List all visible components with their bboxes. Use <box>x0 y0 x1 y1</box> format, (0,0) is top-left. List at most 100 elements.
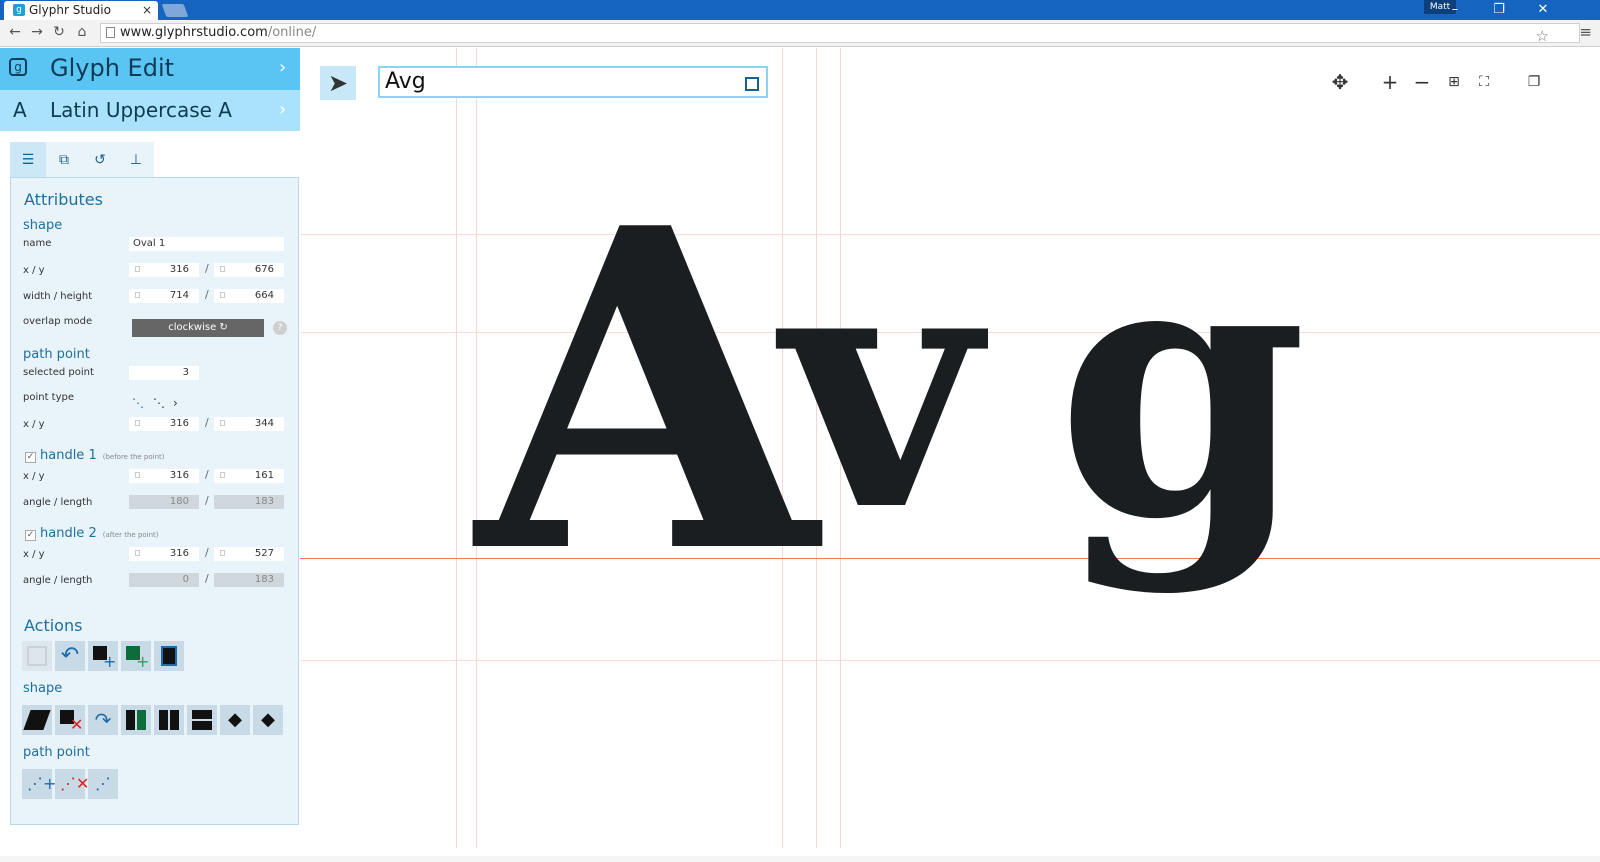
add-point-button[interactable]: ⋰+ <box>22 769 57 799</box>
attributes-heading: Attributes <box>24 190 103 209</box>
layers-tab[interactable]: ⧉ <box>46 142 82 178</box>
history-tab[interactable]: ↺ <box>82 142 118 178</box>
pointer-icon: ➤ <box>327 69 349 97</box>
guides-tab[interactable]: ⊥ <box>118 142 154 178</box>
lock-icon[interactable] <box>135 292 140 298</box>
zoom-in-icon[interactable]: + <box>1376 68 1404 96</box>
rotate-shape-button[interactable] <box>187 705 217 735</box>
tab-close-icon[interactable]: × <box>142 1 152 20</box>
lock-icon[interactable] <box>220 292 225 298</box>
shape-heading: shape <box>23 218 63 233</box>
handle1-x-field[interactable]: 316 <box>129 469 199 483</box>
point-type-flat-icon[interactable]: ⋱ <box>153 396 165 410</box>
add-component-button[interactable]: + <box>121 641 151 671</box>
restore-button[interactable]: ❐ <box>1484 0 1514 20</box>
flip-vertical-icon <box>159 710 179 730</box>
page-title: Glyph Edit <box>50 54 175 82</box>
lock-icon[interactable] <box>135 472 140 478</box>
move-up-button[interactable]: ◆ <box>220 705 250 735</box>
lock-icon[interactable] <box>220 472 225 478</box>
y-field[interactable]: 676 <box>214 263 284 277</box>
popout-icon[interactable]: ❐ <box>1520 68 1548 96</box>
flip-vertical-button[interactable] <box>154 705 184 735</box>
url-host: www.glyphrstudio.com <box>120 25 268 40</box>
handle1-heading: handle 1 (before the point) <box>40 448 165 463</box>
reverse-winding-icon: ↷ <box>94 708 112 732</box>
glyph-v[interactable]: v <box>782 167 980 607</box>
xy-label: x / y <box>23 265 45 276</box>
help-icon[interactable]: ? <box>273 321 287 335</box>
lock-icon[interactable] <box>220 550 225 556</box>
handle1-length-field: 183 <box>214 495 284 509</box>
browser-menu-icon[interactable]: ≡ <box>1579 23 1592 41</box>
save-icon[interactable] <box>745 77 759 91</box>
address-bar[interactable]: www.glyphrstudio.com/online/ ☆ <box>100 23 1580 45</box>
new-tab-button[interactable] <box>161 4 189 17</box>
point-type-symmetric-icon[interactable]: › <box>173 396 178 410</box>
overlap-mode-button[interactable]: clockwise ↻ <box>132 319 264 337</box>
copy-shape-button[interactable] <box>22 705 52 735</box>
lock-icon[interactable] <box>220 266 225 272</box>
browser-tab[interactable]: g Glyphr Studio × <box>4 1 158 20</box>
guide-line <box>300 660 1600 661</box>
lock-icon[interactable] <box>135 550 140 556</box>
glyph-g[interactable]: g <box>1056 167 1308 607</box>
reverse-winding-button[interactable]: ↷ <box>88 705 118 735</box>
tab-title: Glyphr Studio <box>29 3 111 17</box>
lock-icon[interactable] <box>135 420 140 426</box>
handle2-length-field: 183 <box>214 573 284 587</box>
glyph-A[interactable]: A <box>476 172 817 612</box>
glyph-chooser[interactable]: A Latin Uppercase A › <box>0 90 300 131</box>
back-icon[interactable]: ← <box>6 23 24 41</box>
bookmark-star-icon[interactable]: ☆ <box>1536 27 1549 45</box>
reset-point-button[interactable]: ⋰ <box>88 769 118 799</box>
home-icon[interactable]: ⌂ <box>73 23 91 41</box>
browser-toolbar: ← → ↻ ⌂ www.glyphrstudio.com/online/ ☆ ≡ <box>0 20 1600 47</box>
delete-point-button[interactable]: ⋰✕ <box>55 769 90 799</box>
actions-heading: Actions <box>24 616 83 635</box>
point-y-field[interactable]: 344 <box>214 417 284 431</box>
forward-icon[interactable]: → <box>28 23 46 41</box>
glyph-name-input[interactable]: Avg <box>378 66 768 98</box>
add-shape-button[interactable]: + <box>88 641 118 671</box>
page-icon <box>106 27 115 38</box>
zoom-fit-icon[interactable]: ⛶ <box>1470 68 1498 96</box>
handle1-checkbox[interactable]: ✓ <box>25 452 36 463</box>
zoom-1to1-icon[interactable]: ⊞ <box>1440 68 1468 96</box>
move-down-button[interactable]: ◆ <box>253 705 283 735</box>
delete-shape-button[interactable]: ✕ <box>55 705 85 735</box>
height-field[interactable]: 664 <box>214 289 284 303</box>
edit-canvas[interactable]: A v g ➤ Avg ✥ + − ⊞ ⛶ ❐ <box>300 48 1600 848</box>
undo-button[interactable]: ↶ <box>55 641 85 671</box>
glyph-component-button[interactable] <box>154 641 184 671</box>
glyph-name: Latin Uppercase A <box>50 98 232 122</box>
lock-icon[interactable] <box>220 420 225 426</box>
width-field[interactable]: 714 <box>129 289 199 303</box>
point-type-corner-icon[interactable]: ⋱ <box>132 396 144 410</box>
selected-point-field[interactable]: 3 <box>129 366 199 380</box>
close-window-button[interactable]: ✕ <box>1528 0 1558 20</box>
flip-horizontal-icon <box>126 710 146 730</box>
x-field[interactable]: 316 <box>129 263 199 277</box>
handle2-y-field[interactable]: 527 <box>214 547 284 561</box>
page-chooser[interactable]: g Glyph Edit › <box>0 48 300 90</box>
add-point-icon: ⋰+ <box>27 774 57 793</box>
handle2-x-field[interactable]: 316 <box>129 547 199 561</box>
minimize-button[interactable]: – <box>1440 0 1470 20</box>
flip-horizontal-button[interactable] <box>121 705 151 735</box>
lock-icon[interactable] <box>135 266 140 272</box>
handle2-checkbox[interactable]: ✓ <box>25 530 36 541</box>
name-field[interactable]: Oval 1 <box>129 237 284 251</box>
wh-label: width / height <box>23 291 93 302</box>
delete-point-icon: ⋰✕ <box>60 774 90 793</box>
chevron-right-icon: › <box>279 57 287 78</box>
reload-icon[interactable]: ↻ <box>50 23 68 41</box>
zoom-out-icon[interactable]: − <box>1408 68 1436 96</box>
point-x-field[interactable]: 316 <box>129 417 199 431</box>
pan-icon[interactable]: ✥ <box>1326 68 1354 96</box>
pointer-tool[interactable]: ➤ <box>320 66 356 100</box>
selected-point-label: selected point <box>23 367 94 378</box>
handle1-y-field[interactable]: 161 <box>214 469 284 483</box>
attributes-tab[interactable]: ☰ <box>10 142 46 178</box>
point-type-label: point type <box>23 392 75 403</box>
